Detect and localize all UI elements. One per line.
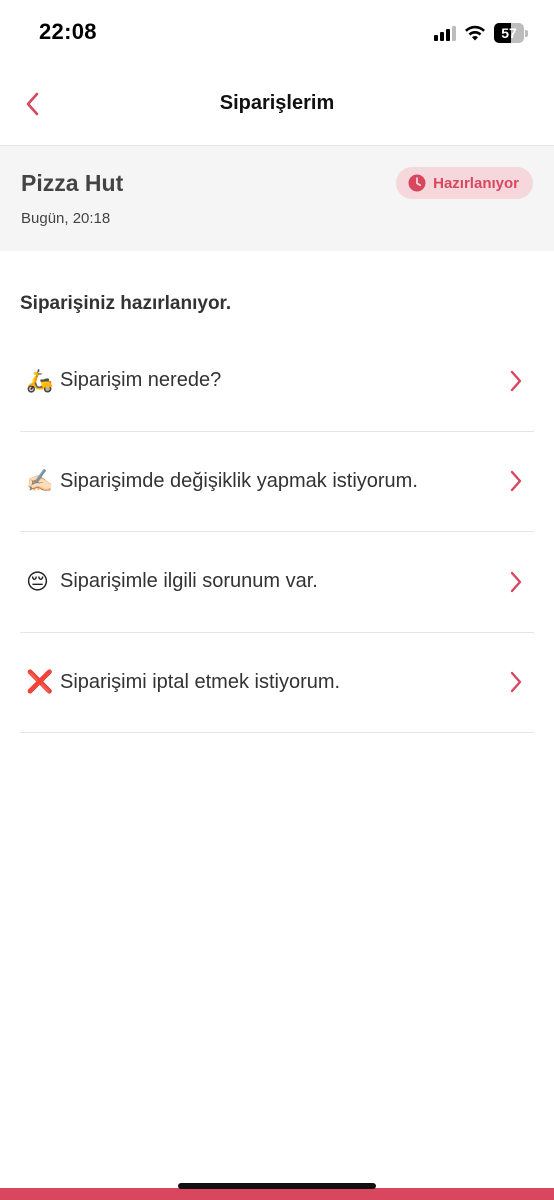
cross-mark-icon: ❌ xyxy=(26,669,54,695)
order-time: Bugün, 20:18 xyxy=(21,210,111,227)
help-item-label: Siparişim nerede? xyxy=(60,369,222,392)
help-item-change-order[interactable]: ✍🏻 Siparişimde değişiklik yapmak istiyor… xyxy=(20,432,534,532)
status-time: 22:08 xyxy=(39,19,97,44)
status-bar: 22:08 57 xyxy=(0,0,554,66)
home-indicator[interactable] xyxy=(178,1183,376,1189)
navigation-bar: Siparişlerim xyxy=(0,66,554,144)
writing-hand-icon: ✍🏻 xyxy=(26,468,54,494)
section-heading: Siparişiniz hazırlanıyor. xyxy=(20,293,232,314)
status-badge: Hazırlanıyor xyxy=(396,167,533,199)
clock-icon xyxy=(408,174,426,192)
help-item-where-is-order[interactable]: 🛵 Siparişim nerede? xyxy=(20,331,534,432)
wifi-icon xyxy=(465,25,485,41)
help-item-label: Siparişimle ilgili sorunum var. xyxy=(60,570,318,593)
help-item-label: Siparişimde değişiklik yapmak istiyorum. xyxy=(60,469,418,492)
pensive-face-icon: 😔 xyxy=(26,568,49,594)
help-item-label: Siparişimi iptal etmek istiyorum. xyxy=(60,670,341,693)
chevron-right-icon xyxy=(508,570,524,594)
battery-icon: 57 xyxy=(494,23,528,43)
restaurant-name: Pizza Hut xyxy=(21,170,124,196)
scooter-icon: 🛵 xyxy=(26,367,54,393)
order-summary-card: Pizza Hut Bugün, 20:18 Hazırlanıyor xyxy=(0,145,554,251)
chevron-right-icon xyxy=(508,469,524,493)
battery-level: 57 xyxy=(501,25,517,41)
help-item-order-problem[interactable]: 😔 Siparişimle ilgili sorunum var. xyxy=(20,532,534,633)
chevron-right-icon xyxy=(508,369,524,393)
status-badge-label: Hazırlanıyor xyxy=(433,174,519,192)
page-title: Siparişlerim xyxy=(219,92,335,114)
chevron-right-icon xyxy=(508,670,524,694)
bottom-accent-bar xyxy=(0,1188,554,1200)
help-item-cancel-order[interactable]: ❌ Siparişimi iptal etmek istiyorum. xyxy=(20,633,534,733)
cellular-signal-icon xyxy=(434,25,456,41)
status-icons: 57 xyxy=(434,22,528,44)
help-options-list: 🛵 Siparişim nerede? ✍🏻 Siparişimde değiş… xyxy=(20,331,534,733)
